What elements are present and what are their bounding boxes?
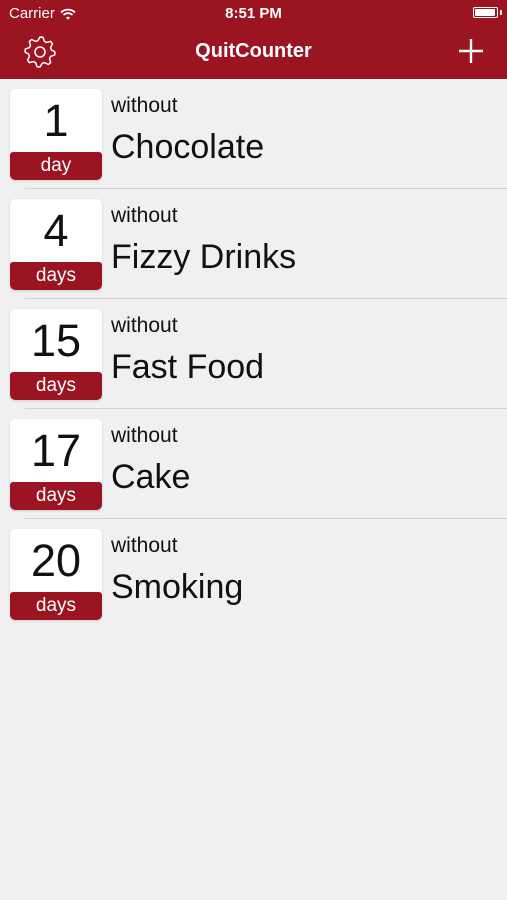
day-unit: days <box>10 482 102 510</box>
plus-icon <box>459 39 483 63</box>
day-unit: days <box>10 372 102 400</box>
day-unit: day <box>10 152 102 180</box>
battery-icon <box>473 7 498 18</box>
day-counter-badge: 15 days <box>10 309 102 400</box>
item-prefix: without <box>111 534 178 557</box>
item-prefix: without <box>111 314 178 337</box>
list-item[interactable]: 4 days without Fizzy Drinks <box>0 189 507 299</box>
item-name: Chocolate <box>111 128 265 166</box>
day-count: 4 <box>43 205 69 256</box>
app-title: QuitCounter <box>195 40 312 62</box>
day-count: 15 <box>30 315 82 366</box>
quit-list: 1 day without Chocolate 4 days without F… <box>0 79 507 629</box>
day-counter-badge: 20 days <box>10 529 102 620</box>
day-count: 1 <box>43 95 69 146</box>
item-prefix: without <box>111 94 178 117</box>
status-time: 8:51 PM <box>225 5 282 22</box>
item-name: Cake <box>111 458 191 496</box>
day-count: 17 <box>30 425 82 476</box>
list-item[interactable]: 1 day without Chocolate <box>0 79 507 189</box>
day-counter-badge: 1 day <box>10 89 102 180</box>
day-unit: days <box>10 592 102 620</box>
battery-tip <box>500 10 502 15</box>
add-button[interactable] <box>457 37 485 65</box>
list-item[interactable]: 15 days without Fast Food <box>0 299 507 409</box>
day-count: 20 <box>30 535 82 586</box>
item-prefix: without <box>111 204 178 227</box>
navigation-header: Carrier 8:51 PM QuitCounter <box>0 0 507 79</box>
item-name: Fizzy Drinks <box>111 238 297 276</box>
day-counter-badge: 17 days <box>10 419 102 510</box>
item-name: Fast Food <box>111 348 265 386</box>
battery-level <box>475 9 495 16</box>
list-item[interactable]: 17 days without Cake <box>0 409 507 519</box>
day-counter-badge: 4 days <box>10 199 102 290</box>
status-bar: Carrier 8:51 PM <box>0 0 507 28</box>
day-unit: days <box>10 262 102 290</box>
list-item[interactable]: 20 days without Smoking <box>0 519 507 629</box>
item-name: Smoking <box>111 568 244 606</box>
item-prefix: without <box>111 424 178 447</box>
